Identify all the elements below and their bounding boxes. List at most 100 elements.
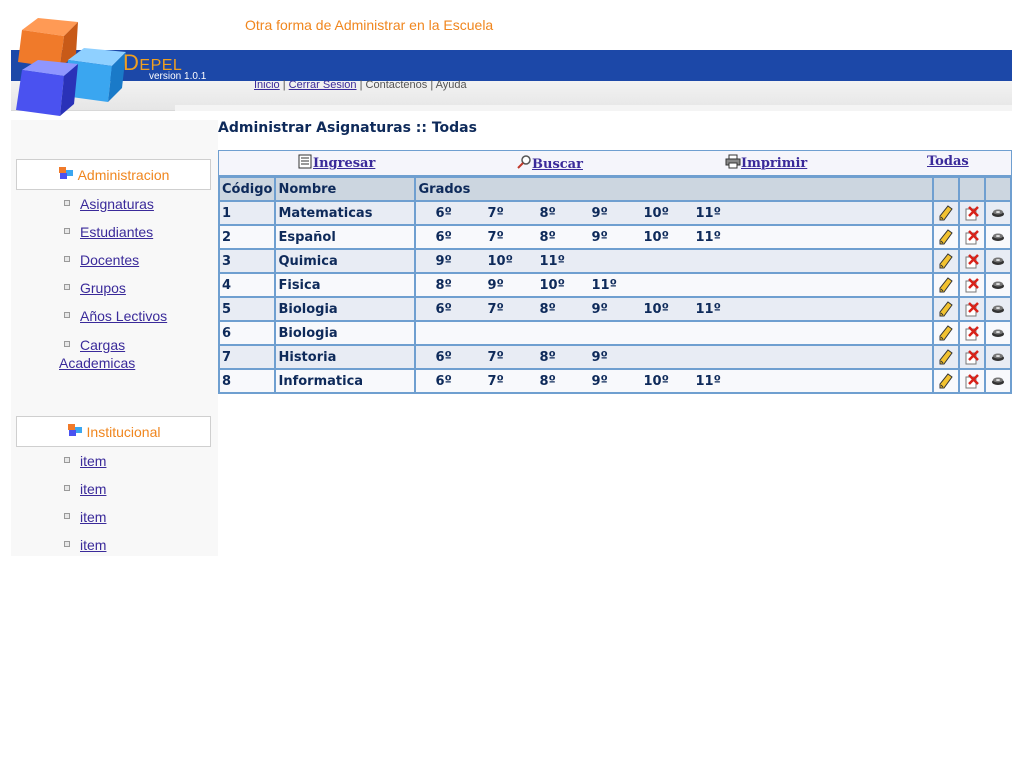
delete-icon[interactable] — [964, 373, 980, 389]
delete-icon[interactable] — [964, 205, 980, 221]
imprimir-link[interactable]: Imprimir — [741, 156, 807, 171]
sidebar-item-label[interactable]: Asignaturas — [80, 196, 154, 212]
sidebar-item-institucional-1[interactable]: item — [64, 453, 106, 469]
nav-cerrar-sesion-link[interactable]: Cerrar Sesion — [289, 79, 357, 91]
buscar-button[interactable]: Buscar — [516, 154, 583, 172]
subjects-table: Código Nombre Grados 1 Matematicas 6º 7º 8º 9… — [217, 176, 1012, 394]
ingresar-link[interactable]: Ingresar — [313, 156, 375, 171]
edit-button[interactable] — [932, 368, 960, 394]
nav-inicio-link[interactable]: Inicio — [254, 79, 280, 91]
sidebar-item-label[interactable]: item — [80, 509, 106, 525]
grade-label: 10º — [539, 277, 565, 293]
sidebar-item-institucional-4[interactable]: item — [64, 537, 106, 553]
delete-button[interactable] — [958, 320, 986, 346]
sidebar-item-label[interactable]: item — [80, 537, 106, 553]
pencil-icon[interactable] — [938, 325, 954, 341]
view-button[interactable] — [984, 272, 1012, 298]
sidebar-item-anos-lectivos[interactable]: Años Lectivos — [64, 308, 167, 324]
nav-contactenos-link[interactable]: Contactenos — [366, 79, 428, 91]
column-header-view — [984, 176, 1012, 202]
edit-button[interactable] — [932, 224, 960, 250]
grade-label: 9º — [591, 301, 608, 317]
view-icon[interactable] — [990, 205, 1006, 221]
delete-button[interactable] — [958, 296, 986, 322]
delete-icon[interactable] — [964, 325, 980, 341]
grade-label: 8º — [539, 349, 556, 365]
sidebar-item-label[interactable]: Grupos — [80, 280, 126, 296]
sidebar-item-estudiantes[interactable]: Estudiantes — [64, 224, 153, 240]
cell-grades: 6º 7º 8º 9º 10º 11º — [414, 368, 934, 394]
sidebar-item-cargas-academicas[interactable]: Cargas — [64, 337, 125, 353]
view-button[interactable] — [984, 248, 1012, 274]
view-button[interactable] — [984, 296, 1012, 322]
edit-button[interactable] — [932, 272, 960, 298]
sidebar-item-institucional-3[interactable]: item — [64, 509, 106, 525]
sidebar-item-label[interactable]: Cargas — [80, 337, 125, 353]
view-button[interactable] — [984, 200, 1012, 226]
cell-code: 2 — [217, 224, 277, 250]
delete-icon[interactable] — [964, 277, 980, 293]
sidebar-item-institucional-2[interactable]: item — [64, 481, 106, 497]
grade-label: 11º — [695, 205, 721, 221]
sidebar-item-label[interactable]: item — [80, 453, 106, 469]
delete-icon[interactable] — [964, 301, 980, 317]
edit-button[interactable] — [932, 320, 960, 346]
cell-name: Español — [274, 224, 417, 250]
delete-button[interactable] — [958, 344, 986, 370]
grade-label: 10º — [643, 229, 669, 245]
sidebar-section-title: Administracion — [77, 166, 170, 183]
view-button[interactable] — [984, 320, 1012, 346]
view-button[interactable] — [984, 368, 1012, 394]
pencil-icon[interactable] — [938, 229, 954, 245]
sidebar-item-label[interactable]: item — [80, 481, 106, 497]
delete-button[interactable] — [958, 272, 986, 298]
sidebar-item-label[interactable]: Estudiantes — [80, 224, 153, 240]
view-icon[interactable] — [990, 325, 1006, 341]
edit-button[interactable] — [932, 344, 960, 370]
view-icon[interactable] — [990, 301, 1006, 317]
buscar-link[interactable]: Buscar — [532, 157, 583, 172]
grade-label: 8º — [539, 373, 556, 389]
pencil-icon[interactable] — [938, 349, 954, 365]
view-icon[interactable] — [990, 253, 1006, 269]
sidebar-item-asignaturas[interactable]: Asignaturas — [64, 196, 154, 212]
pencil-icon[interactable] — [938, 253, 954, 269]
todas-button[interactable]: Todas — [927, 154, 969, 169]
nav-ayuda-link[interactable]: Ayuda — [436, 79, 467, 91]
view-button[interactable] — [984, 224, 1012, 250]
todas-link[interactable]: Todas — [927, 154, 969, 169]
printer-icon — [725, 154, 741, 169]
grade-label: 6º — [435, 205, 452, 221]
view-icon[interactable] — [990, 229, 1006, 245]
view-icon[interactable] — [990, 349, 1006, 365]
grade-label: 8º — [539, 229, 556, 245]
sidebar-item-grupos[interactable]: Grupos — [64, 280, 126, 296]
delete-button[interactable] — [958, 368, 986, 394]
pencil-icon[interactable] — [938, 373, 954, 389]
delete-icon[interactable] — [964, 349, 980, 365]
view-icon[interactable] — [990, 277, 1006, 293]
pencil-icon[interactable] — [938, 205, 954, 221]
pencil-icon[interactable] — [938, 277, 954, 293]
sidebar-item-label[interactable]: Academicas — [59, 355, 135, 371]
edit-button[interactable] — [932, 200, 960, 226]
pencil-icon[interactable] — [938, 301, 954, 317]
delete-icon[interactable] — [964, 229, 980, 245]
depel-logo-cubes-icon — [16, 18, 126, 116]
delete-button[interactable] — [958, 248, 986, 274]
sidebar-item-label[interactable]: Años Lectivos — [80, 308, 167, 324]
edit-button[interactable] — [932, 248, 960, 274]
sidebar-item-docentes[interactable]: Docentes — [64, 252, 139, 268]
view-button[interactable] — [984, 344, 1012, 370]
delete-button[interactable] — [958, 224, 986, 250]
cell-grades: 6º 7º 8º 9º — [414, 344, 934, 370]
sidebar-item-label[interactable]: Docentes — [80, 252, 139, 268]
edit-button[interactable] — [932, 296, 960, 322]
grade-label: 10º — [643, 301, 669, 317]
ingresar-button[interactable]: Ingresar — [298, 154, 375, 171]
sidebar-item-cargas-academicas-line2[interactable]: Academicas — [59, 355, 135, 371]
delete-icon[interactable] — [964, 253, 980, 269]
view-icon[interactable] — [990, 373, 1006, 389]
imprimir-button[interactable]: Imprimir — [725, 154, 807, 171]
delete-button[interactable] — [958, 200, 986, 226]
